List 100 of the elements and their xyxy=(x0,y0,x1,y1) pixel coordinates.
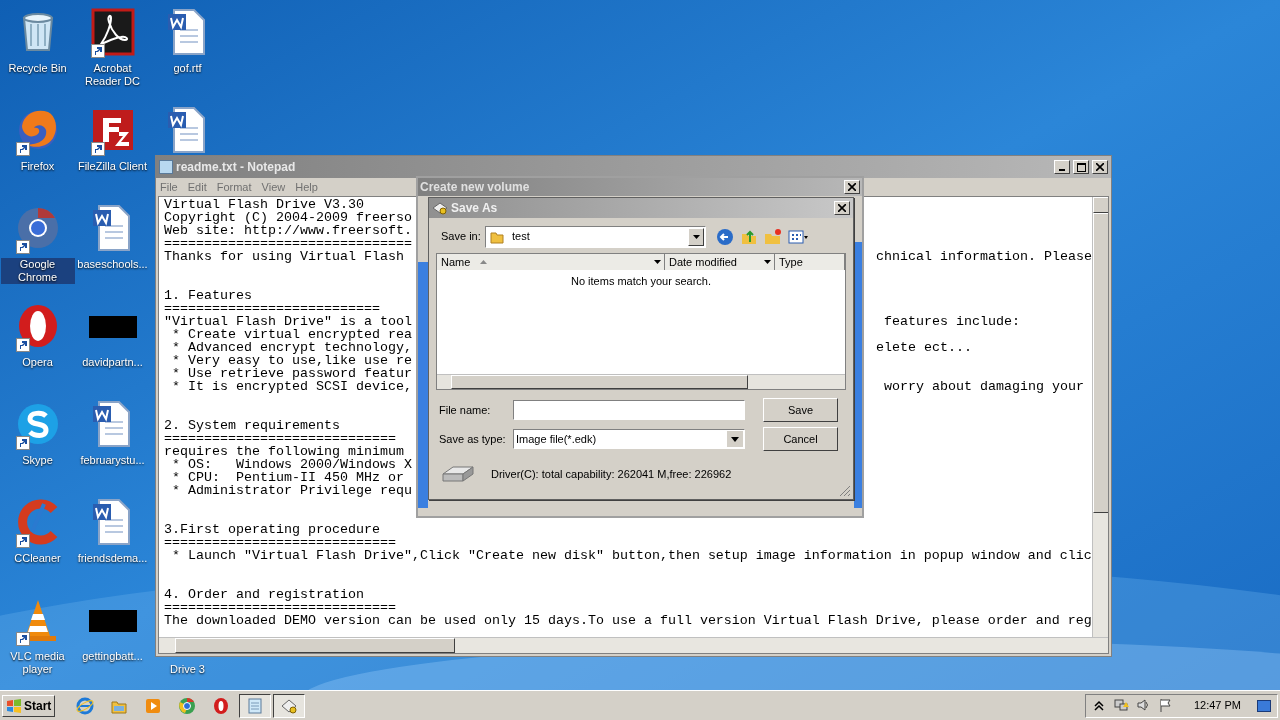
text-line: =========================== xyxy=(164,301,380,316)
icon-label[interactable]: Acrobat Reader DC xyxy=(75,62,150,88)
text-line: * OS: Windows 2000/Windows X xyxy=(172,457,412,472)
play-icon xyxy=(144,696,163,715)
dialog-title: Save As xyxy=(451,200,498,217)
close-button[interactable] xyxy=(844,180,860,194)
column-header[interactable]: Type xyxy=(775,254,845,270)
drive-taskbar-button[interactable] xyxy=(273,693,306,718)
text-line: 3.First operating procedure xyxy=(164,522,380,537)
icon-label[interactable]: Firefox xyxy=(19,160,56,173)
text-line: elete ect... xyxy=(876,341,972,354)
minimize-button[interactable] xyxy=(1054,160,1070,174)
icon-label[interactable]: Opera xyxy=(21,356,54,369)
menu-item[interactable]: View xyxy=(261,178,286,196)
menu-item[interactable]: File xyxy=(160,178,178,196)
notepad-icon xyxy=(246,696,265,715)
text-line: Copyright (C) 2004-2009 freerso xyxy=(164,210,412,225)
flag-icon[interactable] xyxy=(1157,697,1174,714)
text-line: ============================= xyxy=(164,535,396,550)
close-icon xyxy=(1096,163,1104,171)
icon-label[interactable]: FileZilla Client xyxy=(76,160,149,173)
empty-message: No items match your search. xyxy=(570,274,712,289)
text-line: * Administrator Privilege requ xyxy=(171,483,412,498)
horizontal-scrollbar[interactable] xyxy=(159,637,1108,653)
text-line: "Virtual Flash Drive" is a tool xyxy=(164,314,412,329)
file-name-field[interactable] xyxy=(513,400,745,420)
text-line: * Advanced encrypt technology, xyxy=(171,340,412,355)
icon-label[interactable]: Skype xyxy=(21,454,54,467)
icon-label[interactable]: VLC media player xyxy=(0,650,75,676)
text-line: * It is encrypted SCSI device, xyxy=(171,379,412,394)
text-line: features include: xyxy=(883,315,1020,328)
text-line: * Use retrieve password featur xyxy=(171,366,412,381)
menu-item[interactable]: Edit xyxy=(187,178,207,196)
icon-label[interactable]: friendsdema... xyxy=(76,552,149,565)
column-header[interactable]: Name xyxy=(437,254,665,270)
text-line: chnical information. Please xyxy=(876,250,1092,263)
e-logo-icon xyxy=(76,696,95,715)
field-label: Save in: xyxy=(441,229,481,245)
text-line: Web site: http://www.freersoft. xyxy=(164,223,412,238)
start-button[interactable]: Start xyxy=(2,694,56,717)
text-line: 2. System requirements xyxy=(164,418,340,433)
dropdown-value: test xyxy=(512,229,531,245)
icon-label[interactable]: februarystu... xyxy=(79,454,146,467)
hard-drive-icon xyxy=(441,464,476,484)
text-line: ============================= xyxy=(164,600,396,615)
scroll-thumb[interactable] xyxy=(175,638,455,653)
circle-logo-icon xyxy=(178,696,197,715)
dialog-button[interactable]: Save xyxy=(763,398,838,422)
text-line: * Create virtual encrypted rea xyxy=(171,327,412,342)
dialog-button[interactable]: Cancel xyxy=(763,427,838,451)
menu-item[interactable]: Help xyxy=(295,178,318,196)
text-line: worry about damaging your xyxy=(883,380,1084,393)
dropdown-arrow-icon[interactable] xyxy=(764,260,771,264)
notepad-taskbar-button[interactable] xyxy=(239,693,272,718)
dropdown-arrow-icon[interactable] xyxy=(654,260,661,264)
close-icon xyxy=(838,204,846,212)
drive-info: Driver(C): total capability: 262041 M,free: 226962 xyxy=(491,466,732,482)
icon-label[interactable]: CCleaner xyxy=(13,552,62,565)
horizontal-scrollbar[interactable] xyxy=(437,374,845,389)
show-desktop-icon[interactable] xyxy=(1257,699,1271,712)
close-button[interactable] xyxy=(1092,160,1108,174)
scroll-thumb[interactable] xyxy=(1093,213,1108,513)
maximize-button[interactable] xyxy=(1073,160,1089,174)
windows-logo-icon xyxy=(6,698,22,713)
text-line: Thanks for using Virtual Flash xyxy=(164,249,404,264)
text-line: Virtual Flash Drive V3.30 xyxy=(164,197,364,212)
maximize-icon xyxy=(1076,162,1086,172)
icon-label[interactable]: baseschools... xyxy=(76,258,149,271)
network-icon[interactable] xyxy=(1113,697,1130,714)
text-line: The downloaded DEMO version can be used only 15 days.To use a full version Virtual Flash Drive, please order and reg xyxy=(164,613,1092,628)
text-line: requires the following minimum xyxy=(164,444,404,459)
scroll-up-button[interactable] xyxy=(1093,197,1108,213)
text-line: =============================== xyxy=(164,236,412,251)
icon-label[interactable]: gof.rtf xyxy=(172,62,203,75)
folder-dropdown[interactable]: test xyxy=(485,225,706,248)
close-button[interactable] xyxy=(834,201,850,215)
text-line: 1. Features xyxy=(164,288,252,303)
text-line: 4. Order and registration xyxy=(164,587,364,602)
text-line: * Very easy to use,like use re xyxy=(171,353,412,368)
view-menu-icon[interactable] xyxy=(788,227,808,246)
icon-label[interactable]: Drive 3 xyxy=(169,663,206,676)
field-label: File name: xyxy=(439,402,492,418)
scroll-thumb[interactable] xyxy=(451,375,748,389)
menu-item[interactable]: Format xyxy=(216,178,252,196)
close-icon xyxy=(848,183,856,191)
icon-label[interactable]: Google Chrome xyxy=(0,258,75,284)
vertical-scrollbar[interactable] xyxy=(1092,197,1108,637)
resize-grip-icon[interactable] xyxy=(839,485,851,497)
icon-label[interactable]: davidpartn... xyxy=(81,356,144,369)
text-line: ============================= xyxy=(164,431,396,446)
text-line: * CPU: Pentium-II 450 MHz or xyxy=(171,470,404,485)
new-folder-icon[interactable] xyxy=(764,227,782,246)
icon-label[interactable]: Recycle Bin xyxy=(7,62,68,75)
icon-label[interactable]: gettingbatt... xyxy=(81,650,144,663)
o-logo-icon xyxy=(212,696,231,715)
file-type-dropdown[interactable]: Image file(*.edk) xyxy=(513,429,745,449)
notepad-icon xyxy=(159,160,173,174)
column-header[interactable]: Date modified xyxy=(665,254,775,270)
sort-arrow-icon xyxy=(480,260,488,264)
clock[interactable]: 12:47 PM xyxy=(1193,697,1241,714)
